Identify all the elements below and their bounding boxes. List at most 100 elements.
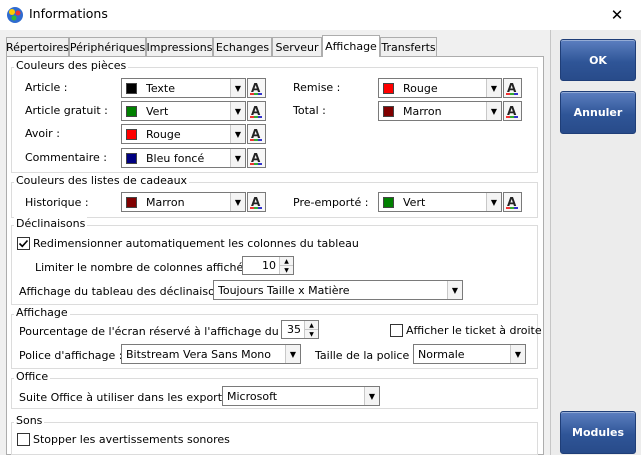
chevron-down-icon[interactable]: ▼ [230, 102, 245, 120]
spinner-limiter-colonnes[interactable]: 10 ▲ ▼ [242, 256, 294, 275]
spinner-pourcentage[interactable]: 35 ▲ ▼ [281, 320, 319, 339]
tab-affichage[interactable]: Affichage [322, 35, 380, 57]
tab-echanges[interactable]: Echanges [213, 37, 272, 56]
svg-text:A: A [507, 104, 517, 118]
group-title-declinaisons: Déclinaisons [14, 217, 88, 230]
app-icon [6, 6, 24, 24]
combo-remise-color[interactable]: Rouge ▼ [378, 78, 502, 98]
spinner-value[interactable]: 35 [282, 321, 304, 338]
font-color-icon[interactable]: A [247, 148, 266, 168]
group-title-affichage: Affichage [14, 306, 70, 319]
spin-up-icon[interactable]: ▲ [280, 257, 293, 265]
color-swatch [383, 105, 394, 117]
chevron-down-icon[interactable]: ▼ [486, 102, 501, 120]
combo-value: Toujours Taille x Matière [218, 283, 350, 297]
label-commentaire: Commentaire : [25, 151, 107, 164]
checkbox-redimensionner[interactable] [17, 237, 30, 250]
combo-value: Rouge [146, 127, 181, 141]
combo-value: Microsoft [227, 389, 278, 403]
chevron-down-icon[interactable]: ▼ [510, 345, 525, 363]
combo-value: Marron [403, 104, 442, 118]
checkmark-icon [18, 239, 29, 248]
combo-historique-color[interactable]: Marron ▼ [121, 192, 246, 212]
close-button[interactable]: ✕ [600, 2, 634, 28]
svg-text:A: A [507, 195, 517, 209]
chevron-down-icon[interactable]: ▼ [486, 193, 501, 211]
combo-value: Normale [418, 347, 465, 361]
combo-value: Marron [146, 195, 185, 209]
svg-text:A: A [507, 81, 517, 95]
label-stopper-sons[interactable]: Stopper les avertissements sonores [33, 433, 230, 446]
ok-button[interactable]: OK [560, 39, 636, 81]
color-swatch [126, 196, 137, 208]
color-swatch [126, 128, 137, 140]
label-article-gratuit: Article gratuit : [25, 104, 108, 117]
tab-repertoires[interactable]: Répertoires [6, 37, 69, 56]
font-color-icon[interactable]: A [247, 192, 266, 212]
window-title: Informations [29, 6, 108, 21]
checkbox-stopper-sons[interactable] [17, 433, 30, 446]
group-title-office: Office [14, 370, 51, 383]
label-pourcentage: Pourcentage de l'écran réservé à l'affic… [19, 325, 320, 338]
font-color-icon[interactable]: A [247, 78, 266, 98]
combo-article-gratuit-color[interactable]: Vert ▼ [121, 101, 246, 121]
font-color-icon[interactable]: A [247, 124, 266, 144]
label-taille-police: Taille de la police : [315, 349, 417, 362]
svg-text:A: A [251, 81, 261, 95]
combo-taille-police[interactable]: Normale ▼ [413, 344, 526, 364]
label-historique: Historique : [25, 196, 89, 209]
font-color-icon[interactable]: A [247, 101, 266, 121]
color-swatch [383, 82, 394, 94]
label-affichage-tableau: Affichage du tableau des déclinaisons : [19, 285, 235, 298]
modules-button[interactable]: Modules [560, 411, 636, 454]
label-redimensionner[interactable]: Redimensionner automatiquement les colon… [33, 237, 359, 250]
chevron-down-icon[interactable]: ▼ [230, 125, 245, 143]
svg-text:A: A [251, 127, 261, 141]
combo-avoir-color[interactable]: Rouge ▼ [121, 124, 246, 144]
font-color-icon[interactable]: A [503, 192, 522, 212]
chevron-down-icon[interactable]: ▼ [230, 149, 245, 167]
font-color-icon[interactable]: A [503, 78, 522, 98]
font-color-icon[interactable]: A [503, 101, 522, 121]
chevron-down-icon[interactable]: ▼ [486, 79, 501, 97]
combo-value: Vert [146, 104, 169, 118]
annuler-button[interactable]: Annuler [560, 91, 636, 134]
combo-commentaire-color[interactable]: Bleu foncé ▼ [121, 148, 246, 168]
chevron-down-icon[interactable]: ▼ [230, 193, 245, 211]
group-title-sons: Sons [14, 414, 45, 427]
combo-value: Texte [146, 81, 176, 95]
checkbox-ticket-droite[interactable] [390, 324, 403, 337]
chevron-down-icon[interactable]: ▼ [447, 281, 462, 299]
label-remise: Remise : [293, 81, 341, 94]
spin-down-icon[interactable]: ▼ [305, 329, 318, 338]
label-limiter-colonnes: Limiter le nombre de colonnes affichées … [35, 261, 274, 274]
color-swatch [126, 152, 137, 164]
spinner-value[interactable]: 10 [243, 257, 279, 274]
color-swatch [126, 82, 137, 94]
combo-total-color[interactable]: Marron ▼ [378, 101, 502, 121]
combo-article-color[interactable]: Texte ▼ [121, 78, 246, 98]
combo-value: Bleu foncé [146, 151, 205, 165]
color-swatch [126, 105, 137, 117]
chevron-down-icon[interactable]: ▼ [230, 79, 245, 97]
tab-transferts[interactable]: Transferts [380, 37, 437, 56]
spin-up-icon[interactable]: ▲ [305, 321, 318, 329]
combo-police[interactable]: Bitstream Vera Sans Mono ▼ [121, 344, 301, 364]
chevron-down-icon[interactable]: ▼ [285, 345, 300, 363]
combo-suite-office[interactable]: Microsoft ▼ [222, 386, 380, 406]
svg-text:A: A [251, 104, 261, 118]
chevron-down-icon[interactable]: ▼ [364, 387, 379, 405]
combo-affichage-tableau[interactable]: Toujours Taille x Matière ▼ [213, 280, 463, 300]
tab-serveur[interactable]: Serveur [272, 37, 322, 56]
label-pre-emporte: Pre-emporté : [293, 196, 369, 209]
label-ticket-droite[interactable]: Afficher le ticket à droite [406, 324, 542, 337]
group-title-couleurs-cadeaux: Couleurs des listes de cadeaux [14, 174, 190, 187]
combo-pre-emporte-color[interactable]: Vert ▼ [378, 192, 502, 212]
combo-value: Bitstream Vera Sans Mono [126, 347, 272, 361]
tab-impressions[interactable]: Impressions [146, 37, 213, 56]
label-police: Police d'affichage : [19, 349, 123, 362]
color-swatch [383, 196, 394, 208]
tab-peripheriques[interactable]: Périphériques [69, 37, 146, 56]
spin-down-icon[interactable]: ▼ [280, 265, 293, 274]
label-article: Article : [25, 81, 68, 94]
